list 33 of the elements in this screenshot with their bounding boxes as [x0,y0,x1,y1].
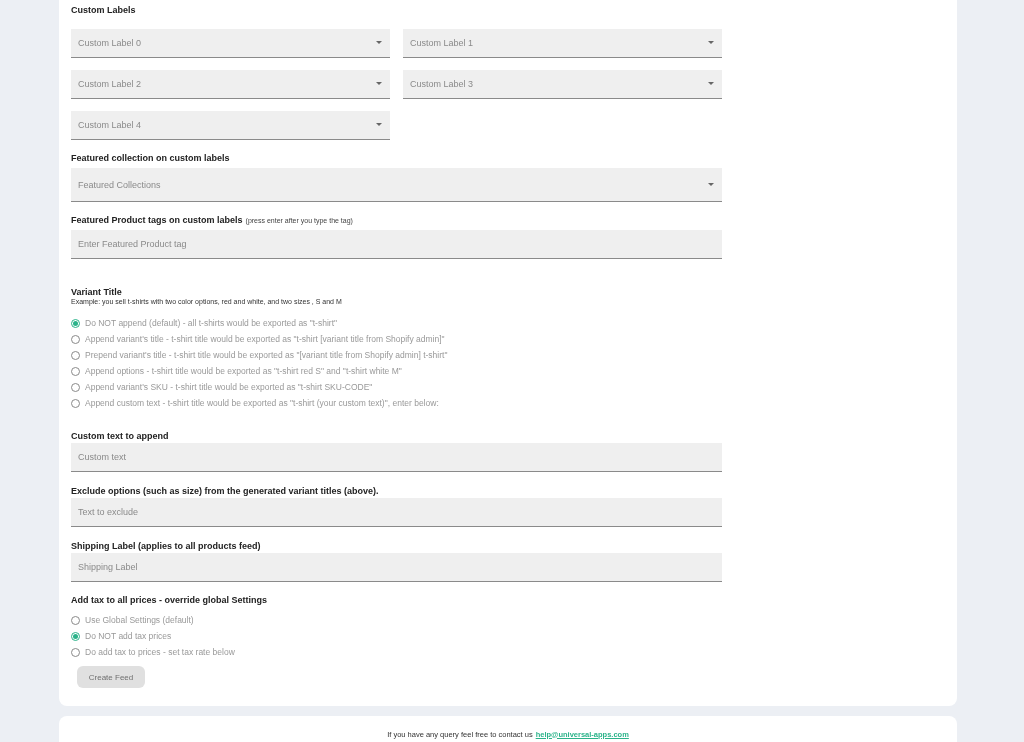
field-label: Exclude options (such as size) from the generated variant titles (above). [71,486,380,496]
field-label: Featured collection on custom labels [71,153,231,163]
section-title: Variant Title [71,287,123,297]
field-label: Featured Product tags on custom labels [71,215,243,225]
radio-option[interactable]: Append variant's title - t-shirt title would be exported as "t-shirt [variant title from Shopify admin]" [71,333,722,345]
section-title: Custom Labels [71,5,137,15]
select-field[interactable]: Custom Label 0 [71,29,390,58]
radio-option[interactable]: Append options - t-shirt title would be exported as "t-shirt red S" and "t-shirt white M" [71,365,722,377]
radio-option[interactable]: Append custom text - t-shirt title would be exported as "t-shirt (your custom text)", enter below: [71,397,722,409]
dropdown-caret-icon [708,182,714,187]
dropdown-caret-icon [376,123,382,127]
select-field[interactable]: Featured Collections [71,168,722,202]
radio-option[interactable]: Do NOT add tax prices [71,630,722,642]
select-field[interactable]: Custom Label 3 [403,70,722,99]
text-input-field[interactable]: Shipping Label [71,553,722,582]
dropdown-caret-icon [376,41,382,45]
radio-option[interactable]: Prepend variant's title - t-shirt title would be exported as "[variant title from Shopify admin] t-shirt" [71,349,722,361]
text-input-field[interactable]: Text to exclude [71,498,722,527]
radio-option[interactable]: Do add tax to prices - set tax rate below [71,646,722,658]
select-field[interactable]: Custom Label 1 [403,29,722,58]
select-field[interactable]: Custom Label 4 [71,111,390,140]
section-title: Add tax to all prices - override global Settings [71,595,269,605]
radio-option[interactable]: Append variant's SKU - t-shirt title would be exported as "t-shirt SKU-CODE" [71,381,722,393]
dropdown-caret-icon [708,41,714,45]
tag-input-field[interactable]: Enter Featured Product tag [71,230,722,259]
field-label: Custom text to append [71,431,170,441]
dropdown-caret-icon [708,82,714,86]
dropdown-caret-icon [376,82,382,86]
field-label: Shipping Label (applies to all products feed) [71,541,262,551]
radio-option[interactable]: Do NOT append (default) - all t-shirts would be exported as "t-shirt" [71,317,722,329]
radio-option[interactable]: Use Global Settings (default) [71,614,722,626]
select-field[interactable]: Custom Label 2 [71,70,390,99]
text-input-field[interactable]: Custom text [71,443,722,472]
